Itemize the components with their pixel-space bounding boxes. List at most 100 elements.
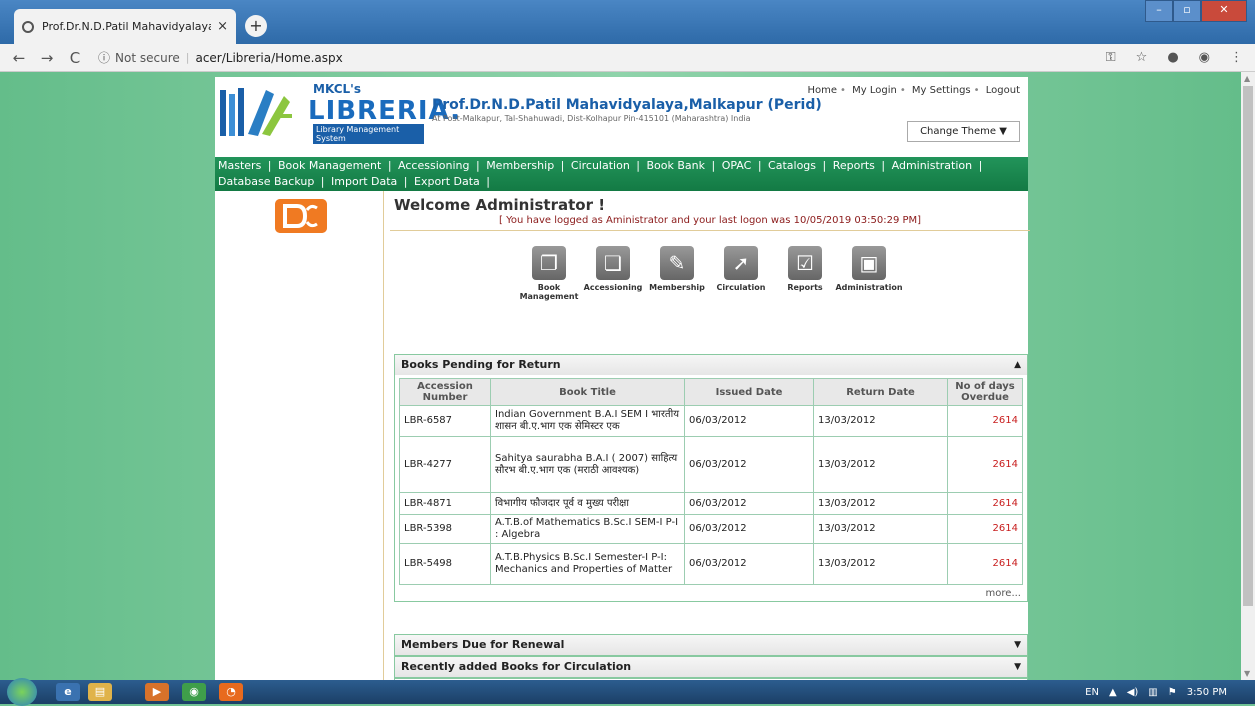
start-button[interactable]: [7, 678, 37, 706]
pending-returns-panel: Books Pending for Return ▲ Accession Num…: [394, 354, 1028, 602]
media-player-icon[interactable]: ▶: [145, 683, 169, 701]
members-due-panel: Members Due for Renewal ▼: [394, 634, 1028, 656]
info-icon[interactable]: ⓘ: [98, 49, 110, 66]
firefox-icon[interactable]: ◔: [219, 683, 243, 701]
menu-database-backup[interactable]: Database Backup: [218, 175, 314, 188]
col-issued-date: Issued Date: [684, 378, 814, 406]
logon-message: [ You have logged as Aministrator and yo…: [499, 215, 922, 226]
menu-circulation[interactable]: Circulation: [571, 159, 630, 172]
tray-expand-icon[interactable]: ▲: [1109, 687, 1117, 698]
more-link[interactable]: more...: [395, 585, 1027, 601]
scroll-up-icon[interactable]: ▲: [1244, 74, 1250, 83]
chrome-icon[interactable]: ◉: [182, 683, 206, 701]
reload-icon[interactable]: C: [66, 49, 84, 67]
my-login-link[interactable]: My Login: [852, 85, 897, 96]
menu-import-data[interactable]: Import Data: [331, 175, 397, 188]
extension-icon[interactable]: ●: [1167, 50, 1178, 65]
return-cell: 13/03/2012: [813, 492, 948, 515]
logout-link[interactable]: Logout: [986, 85, 1020, 96]
forward-icon[interactable]: →: [38, 49, 56, 67]
close-window-button[interactable]: ✕: [1201, 0, 1247, 22]
windows-taskbar: e ▤ ▶ ◉ ◔ EN ▲ ◀) ▥ ⚑ 3:50 PM: [0, 678, 1255, 706]
accession-cell: LBR-5498: [399, 543, 491, 585]
title-cell: Indian Government B.A.I SEM I भारतीय शास…: [490, 405, 685, 437]
title-cell: A.T.B.of Mathematics B.Sc.I SEM-I P-I : …: [490, 514, 685, 544]
logo-subtitle: Library Management System: [313, 124, 424, 144]
main-menu: Masters | Book Management | Accessioning…: [215, 157, 1028, 191]
ie-icon[interactable]: e: [56, 683, 80, 701]
tab-close-icon[interactable]: ×: [217, 19, 228, 34]
menu-membership[interactable]: Membership: [486, 159, 554, 172]
shortcut-label: Accessioning: [583, 283, 643, 292]
maximize-button[interactable]: ▫: [1173, 0, 1201, 22]
accessioning-shortcut[interactable]: ❏ Accessioning: [584, 246, 642, 301]
scroll-down-icon[interactable]: ▼: [1244, 669, 1250, 678]
libreria-logo[interactable]: MKCL's LIBRERIA. Library Management Syst…: [218, 80, 460, 144]
change-theme-button[interactable]: Change Theme ▼: [907, 121, 1020, 142]
menu-book-bank[interactable]: Book Bank: [647, 159, 706, 172]
menu-opac[interactable]: OPAC: [722, 159, 752, 172]
book-management-shortcut[interactable]: ❐ Book Management: [520, 246, 578, 301]
expand-icon[interactable]: ▼: [1014, 657, 1021, 677]
system-tray: EN ▲ ◀) ▥ ⚑ 3:50 PM: [1085, 680, 1255, 704]
administration-icon: ▣: [852, 246, 886, 280]
col-book-title: Book Title: [490, 378, 685, 406]
network-icon[interactable]: ▥: [1148, 687, 1157, 698]
back-icon[interactable]: ←: [10, 49, 28, 67]
issued-cell: 06/03/2012: [684, 436, 814, 493]
recent-books-header[interactable]: Recently added Books for Circulation ▼: [395, 657, 1027, 677]
browser-titlebar: Prof.Dr.N.D.Patil Mahavidyalaya,M × + – …: [0, 0, 1255, 44]
panel-title: Books Pending for Return: [401, 358, 561, 371]
scrollbar-thumb[interactable]: [1243, 86, 1253, 606]
address-actions: ⚿ ☆ ● ◉ ⋮: [1106, 44, 1243, 71]
issued-cell: 06/03/2012: [684, 405, 814, 437]
return-cell: 13/03/2012: [813, 514, 948, 544]
clock[interactable]: 3:50 PM: [1187, 687, 1227, 698]
account-icon[interactable]: ◉: [1199, 50, 1210, 65]
action-center-icon[interactable]: ⚑: [1168, 687, 1177, 698]
collapse-icon[interactable]: ▲: [1014, 355, 1021, 375]
security-label[interactable]: Not secure: [115, 51, 180, 65]
panel-title: Members Due for Renewal: [401, 638, 565, 651]
table-header-row: Accession Number Book Title Issued Date …: [399, 378, 1023, 406]
shortcut-label: Book Management: [519, 283, 579, 301]
menu-catalogs[interactable]: Catalogs: [768, 159, 816, 172]
home-link[interactable]: Home: [807, 85, 837, 96]
accession-cell: LBR-4871: [399, 492, 491, 515]
explorer-icon[interactable]: ▤: [88, 683, 112, 701]
minimize-button[interactable]: –: [1145, 0, 1173, 22]
menu-reports[interactable]: Reports: [833, 159, 875, 172]
menu-administration[interactable]: Administration: [892, 159, 973, 172]
language-indicator[interactable]: EN: [1085, 687, 1099, 698]
administration-shortcut[interactable]: ▣ Administration: [835, 246, 903, 301]
reports-shortcut[interactable]: ☑ Reports: [780, 246, 830, 301]
new-tab-button[interactable]: +: [245, 15, 267, 37]
col-return-date: Return Date: [813, 378, 948, 406]
key-icon[interactable]: ⚿: [1106, 50, 1116, 65]
membership-shortcut[interactable]: ✎ Membership: [649, 246, 705, 301]
circulation-shortcut[interactable]: ➚ Circulation: [716, 246, 766, 301]
vertical-scrollbar[interactable]: ▲ ▼: [1241, 72, 1255, 680]
menu-accessioning[interactable]: Accessioning: [398, 159, 469, 172]
members-due-header[interactable]: Members Due for Renewal ▼: [395, 635, 1027, 655]
accession-cell: LBR-6587: [399, 405, 491, 437]
separator: |: [185, 51, 190, 64]
my-settings-link[interactable]: My Settings: [912, 85, 971, 96]
browser-tab[interactable]: Prof.Dr.N.D.Patil Mahavidyalaya,M ×: [14, 9, 236, 44]
menu-export-data[interactable]: Export Data: [414, 175, 480, 188]
title-cell: A.T.B.Physics B.Sc.I Semester-I P-I: Mec…: [490, 543, 685, 585]
menu-masters[interactable]: Masters: [218, 159, 261, 172]
menu-book-management[interactable]: Book Management: [278, 159, 381, 172]
dc-logo-icon[interactable]: [275, 199, 327, 233]
menu-kebab-icon[interactable]: ⋮: [1230, 50, 1243, 65]
pending-returns-header[interactable]: Books Pending for Return ▲: [395, 355, 1027, 375]
bookmark-star-icon[interactable]: ☆: [1136, 50, 1148, 65]
expand-icon[interactable]: ▼: [1014, 635, 1021, 655]
panel-title: Recently added Books for Circulation: [401, 660, 632, 673]
address-bar: ← → C ⓘ Not secure | acer/Libreria/Home.…: [0, 44, 1255, 72]
circulation-icon: ➚: [724, 246, 758, 280]
volume-icon[interactable]: ◀): [1127, 687, 1139, 698]
url-field[interactable]: acer/Libreria/Home.aspx: [195, 51, 342, 65]
issued-cell: 06/03/2012: [684, 492, 814, 515]
col-days-overdue: No of days Overdue: [947, 378, 1023, 406]
